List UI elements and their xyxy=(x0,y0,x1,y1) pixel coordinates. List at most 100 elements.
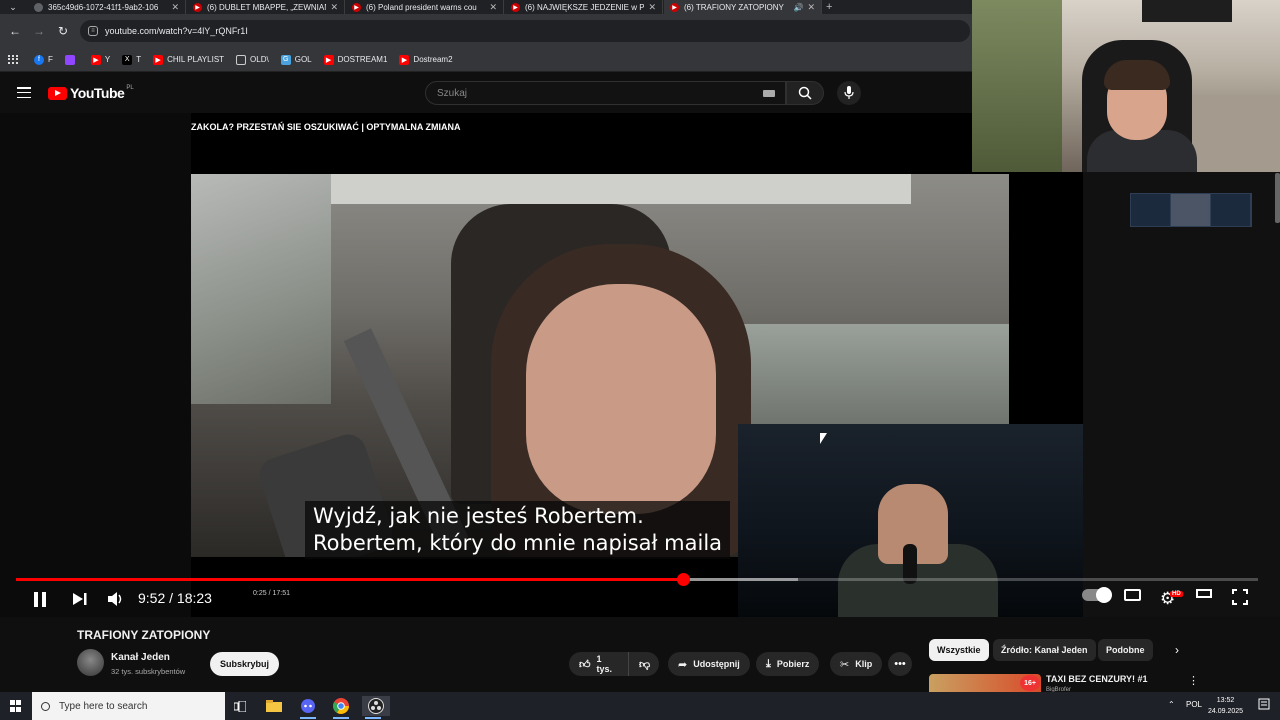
tray-chevron-up-icon[interactable]: ⌃ xyxy=(1168,700,1175,709)
windows-start-icon[interactable] xyxy=(10,700,22,712)
tab-title: 365c49d6-1072-41f1-9ab2-106 xyxy=(48,2,159,12)
youtube-icon: ▶ xyxy=(511,2,520,12)
menu-icon[interactable] xyxy=(17,87,31,98)
taskbar-clock[interactable]: 13:52 24.09.2025 xyxy=(1208,695,1243,717)
search-icon xyxy=(41,701,50,711)
bookmark-folder-old[interactable]: OLD\ xyxy=(236,54,269,65)
like-button[interactable]: 👍︎ 1 tys. xyxy=(569,652,628,676)
bookmark-chil-playlist[interactable]: ▶ CHIL PLAYLIST xyxy=(153,54,224,65)
bookmark-gol[interactable]: G GOL xyxy=(280,54,312,65)
tab-close-icon[interactable]: ✕ xyxy=(648,2,656,13)
thumbs-up-icon: 👍︎ xyxy=(579,658,591,671)
reload-icon[interactable]: ↻ xyxy=(56,24,70,38)
video-subtitles: Wyjdź, jak nie jesteś Robertem. Robertem… xyxy=(305,501,731,559)
voice-search-button[interactable] xyxy=(837,81,861,105)
subscribe-button[interactable]: Subskrybuj xyxy=(210,652,279,676)
file-explorer-icon[interactable] xyxy=(263,696,285,716)
dislike-button[interactable]: 👎︎ xyxy=(628,652,659,676)
bookmark-youtube[interactable]: ▶ Y xyxy=(90,54,110,65)
address-bar-row: ← → ↻ ≡ youtube.com/watch?v=4lY_rQNFr1I xyxy=(0,14,972,48)
fullscreen-icon[interactable] xyxy=(1232,589,1248,605)
tab-2[interactable]: ▶ (6) DUBLET MBAPPE, „ZEWNIAN ✕ xyxy=(187,0,345,14)
tab-3[interactable]: ▶ (6) Poland president warns cou ✕ xyxy=(346,0,504,14)
search-input[interactable]: Szukaj xyxy=(425,81,786,105)
channel-name[interactable]: Kanał Jeden xyxy=(111,652,170,663)
page-scrollbar[interactable] xyxy=(1275,173,1280,223)
recommended-title[interactable]: TAXI BEZ CENZURY! #1 xyxy=(1046,674,1148,684)
autoplay-toggle[interactable] xyxy=(1082,587,1112,603)
keyboard-icon[interactable] xyxy=(763,90,775,97)
chip-all[interactable]: Wszystkie xyxy=(929,639,989,661)
next-icon xyxy=(73,593,87,605)
youtube-icon: ▶ xyxy=(399,54,410,65)
theater-mode-icon[interactable] xyxy=(1196,589,1212,598)
globe-icon xyxy=(34,2,43,12)
tab-4[interactable]: ▶ (6) NAJWIĘKSZE JEDZENIE w PO ✕ xyxy=(505,0,663,14)
search-button[interactable] xyxy=(786,81,824,105)
download-button[interactable]: ⤓ Pobierz xyxy=(756,652,820,676)
youtube-icon: ▶ xyxy=(352,2,361,12)
bookmark-dostream1[interactable]: ▶ DOSTREAM1 xyxy=(323,54,387,65)
tab-title: (6) Poland president warns cou xyxy=(366,2,477,12)
speaker-icon[interactable]: 🔊 xyxy=(793,3,803,12)
facebook-icon: f xyxy=(34,54,44,65)
notification-icon[interactable] xyxy=(1258,698,1270,712)
bookmark-x[interactable]: XT xyxy=(122,54,141,65)
forward-arrow-icon[interactable]: → xyxy=(32,24,46,38)
subtitles-icon[interactable] xyxy=(1124,589,1141,601)
task-view-icon[interactable] xyxy=(229,696,251,716)
back-arrow-icon[interactable]: ← xyxy=(8,24,22,38)
chip-source-channel[interactable]: Źródło: Kanał Jeden xyxy=(993,639,1096,661)
youtube-icon: ▶ xyxy=(153,54,164,65)
hd-badge: HD xyxy=(1170,591,1183,597)
tab-1[interactable]: 365c49d6-1072-41f1-9ab2-106 ✕ xyxy=(28,0,186,14)
clip-button[interactable]: ✂ Klip xyxy=(830,652,883,676)
progress-scrubber[interactable] xyxy=(676,573,690,586)
chip-related[interactable]: Podobne xyxy=(1098,639,1153,661)
tab-close-icon[interactable]: ✕ xyxy=(330,2,338,13)
embedded-streamer-cam xyxy=(738,424,1083,617)
next-button[interactable] xyxy=(70,588,90,610)
youtube-play-icon xyxy=(48,86,67,100)
new-tab-button[interactable]: + xyxy=(826,0,832,14)
tab-search-chevron-icon[interactable]: ⌄ xyxy=(4,0,22,14)
discord-icon[interactable] xyxy=(297,696,319,719)
site-info-icon[interactable]: ≡ xyxy=(88,26,98,36)
tab-5-active[interactable]: ▶ (6) TRAFIONY ZATOPIONY 🔊 ✕ xyxy=(664,0,822,14)
player-letterbox-right xyxy=(1083,113,1280,617)
time-display: 9:52 / 18:23 xyxy=(138,590,212,606)
url-field[interactable]: ≡ youtube.com/watch?v=4lY_rQNFr1I xyxy=(80,20,970,42)
tab-close-icon[interactable]: ✕ xyxy=(807,2,815,13)
video-info-section: TRAFIONY ZATOPIONY Kanał Jeden 32 tys. s… xyxy=(0,617,1280,693)
microphone-icon xyxy=(844,86,854,99)
tab-title: (6) NAJWIĘKSZE JEDZENIE w PO xyxy=(525,2,645,12)
age-rating-badge: 16+ xyxy=(1020,675,1040,691)
progress-played xyxy=(16,578,683,581)
youtube-logo[interactable]: YouTube PL xyxy=(48,85,134,101)
tab-title: (6) TRAFIONY ZATOPIONY xyxy=(684,2,784,12)
volume-button[interactable] xyxy=(106,588,126,610)
progress-bar[interactable] xyxy=(16,573,1258,586)
share-button[interactable]: ➦ Udostępnij xyxy=(668,652,750,676)
apps-grid-icon[interactable] xyxy=(8,54,18,65)
tab-close-icon[interactable]: ✕ xyxy=(171,2,179,13)
scissors-icon: ✂ xyxy=(840,658,850,671)
search-icon xyxy=(798,86,812,100)
bookmark-facebook[interactable]: fF xyxy=(34,54,53,65)
recommended-menu-icon[interactable]: ⋮ xyxy=(1188,674,1199,687)
pause-button[interactable] xyxy=(31,588,49,610)
chrome-icon[interactable] xyxy=(330,696,352,719)
tab-close-icon[interactable]: ✕ xyxy=(489,2,497,13)
video-player[interactable]: ZAKOLA? PRZESTAŃ SIE OSZUKIWAĆ | OPTYMAL… xyxy=(0,113,1280,617)
x-icon: X xyxy=(122,54,133,65)
subtitle-line-1: Wyjdź, jak nie jesteś Robertem. xyxy=(313,504,644,528)
bookmark-dostream2[interactable]: ▶ Dostream2 xyxy=(399,54,453,65)
chevron-right-icon[interactable]: › xyxy=(1175,643,1179,657)
channel-avatar[interactable] xyxy=(77,649,104,676)
taskbar-search-input[interactable]: Type here to search xyxy=(32,692,225,720)
tab-title: (6) DUBLET MBAPPE, „ZEWNIAN xyxy=(207,2,327,12)
more-actions-button[interactable]: ••• xyxy=(888,652,912,676)
language-indicator[interactable]: POL xyxy=(1186,700,1202,709)
obs-icon[interactable] xyxy=(362,696,390,719)
bookmark-twitch[interactable] xyxy=(64,54,79,65)
